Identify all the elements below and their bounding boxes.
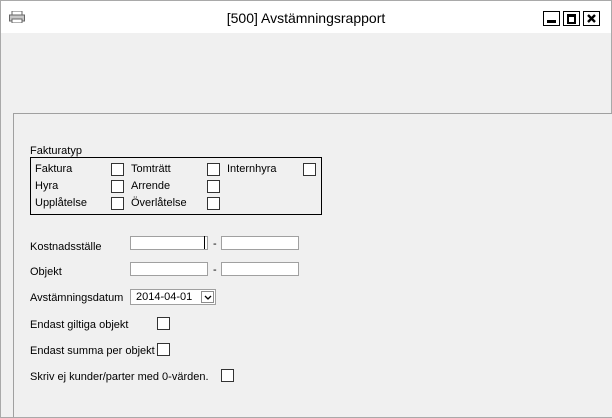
internhyra-label: Internhyra [227, 163, 277, 175]
hyra-checkbox[interactable] [111, 180, 124, 193]
tomtratt-checkbox[interactable] [207, 163, 220, 176]
hyra-label: Hyra [35, 180, 59, 192]
arrende-checkbox[interactable] [207, 180, 220, 193]
endast-giltiga-checkbox[interactable] [157, 317, 170, 330]
overlatelse-checkbox[interactable] [207, 197, 220, 210]
internhyra-checkbox[interactable] [303, 163, 316, 176]
report-window: [500] Avstämningsrapport Fakturatyp Fakt… [0, 0, 612, 418]
endast-summa-checkbox[interactable] [157, 343, 170, 356]
upplatelse-checkbox[interactable] [111, 197, 124, 210]
overlatelse-label: Överlåtelse [131, 197, 187, 209]
maximize-button[interactable] [563, 11, 580, 26]
skriv-ej-label: Skriv ej kunder/parter med 0-värden. [30, 371, 209, 383]
title-bar[interactable]: [500] Avstämningsrapport [1, 1, 611, 33]
endast-summa-label: Endast summa per objekt [30, 345, 155, 357]
objekt-label: Objekt [30, 266, 62, 278]
window-title: [500] Avstämningsrapport [226, 10, 386, 26]
avstamningsdatum-label: Avstämningsdatum [30, 292, 124, 304]
objekt-separator: - [213, 264, 217, 276]
avstamningsdatum-value: 2014-04-01 [136, 291, 193, 303]
arrende-label: Arrende [131, 180, 171, 192]
faktura-checkbox[interactable] [111, 163, 124, 176]
objekt-to-input[interactable] [221, 262, 299, 276]
skriv-ej-checkbox[interactable] [221, 369, 234, 382]
date-dropdown-button[interactable] [201, 291, 214, 303]
fakturatyp-label: Fakturatyp [30, 145, 82, 157]
avstamningsdatum-picker[interactable]: 2014-04-01 [130, 289, 216, 305]
kostnadsstalle-label: Kostnadsställe [30, 241, 102, 253]
kostnadsstalle-to-input[interactable] [221, 236, 299, 250]
fakturatyp-group: Faktura Hyra Upplåtelse Tomträtt Arrende… [30, 157, 322, 215]
upplatelse-label: Upplåtelse [35, 197, 87, 209]
report-form: Fakturatyp Faktura Hyra Upplåtelse Tomtr… [13, 113, 612, 417]
kostnadsstalle-from-input[interactable] [130, 236, 208, 250]
chevron-down-icon [204, 295, 212, 300]
kostnadsstalle-separator: - [213, 238, 217, 250]
objekt-from-input[interactable] [130, 262, 208, 276]
minimize-button[interactable] [543, 11, 560, 26]
endast-giltiga-label: Endast giltiga objekt [30, 319, 129, 331]
close-icon [587, 14, 596, 23]
close-button[interactable] [583, 11, 600, 26]
faktura-label: Faktura [35, 163, 73, 175]
text-cursor [204, 236, 205, 249]
tomtratt-label: Tomträtt [131, 163, 171, 175]
toolbar-area [1, 33, 611, 111]
